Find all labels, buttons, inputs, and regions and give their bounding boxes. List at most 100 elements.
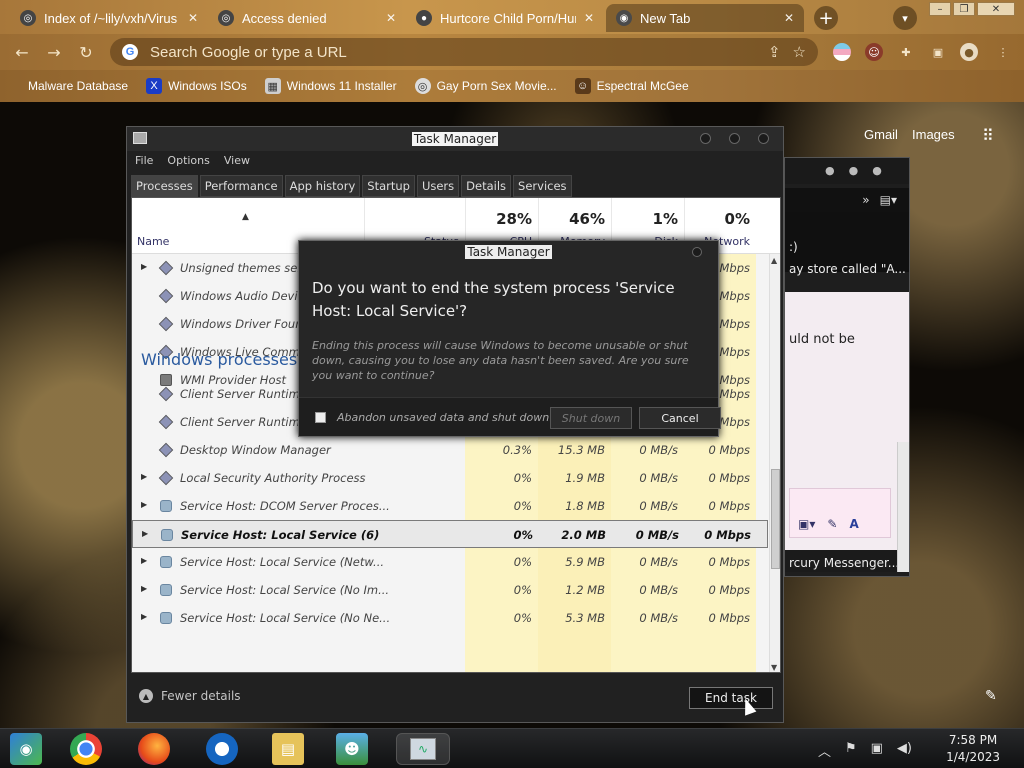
- pen-icon[interactable]: ✎: [827, 517, 837, 531]
- clock[interactable]: 7:58 PM 1/4/2023: [946, 732, 1000, 766]
- firefox-taskbar-icon[interactable]: [138, 733, 170, 765]
- flag-icon[interactable]: ⚑: [845, 741, 857, 760]
- start-button-icon[interactable]: ◉: [10, 733, 42, 765]
- bookmark-malware-database[interactable]: Malware Database: [14, 78, 128, 94]
- tab-performance[interactable]: Performance: [199, 175, 283, 197]
- expand-arrow-icon[interactable]: ▶: [141, 262, 147, 271]
- menu-view[interactable]: View: [224, 154, 250, 167]
- tab-search-button[interactable]: ▾: [893, 6, 917, 30]
- browser-tab-1[interactable]: ◎ Index of /~lily/vxh/Virus ✕: [10, 4, 208, 32]
- table-row[interactable]: ▶ Service Host: Local Service (Netw... 0% 5…: [132, 548, 768, 576]
- task-manager-tabs: Processes Performance App history Startu…: [131, 175, 572, 197]
- bookmark-windows-isos[interactable]: X Windows ISOs: [146, 78, 247, 94]
- tab-services[interactable]: Services: [513, 175, 572, 197]
- close-tab-icon[interactable]: ✕: [584, 11, 594, 25]
- message-editor[interactable]: ▣▾ ✎ A: [789, 488, 891, 538]
- browser-tab-2[interactable]: ◎ Access denied ✕: [208, 4, 406, 32]
- table-row[interactable]: ▶ Service Host: DCOM Server Proces... 0% 1.…: [132, 492, 768, 520]
- tab-users[interactable]: Users: [416, 175, 460, 197]
- google-apps-icon[interactable]: ⠿: [982, 126, 994, 145]
- menu-file[interactable]: File: [135, 154, 153, 167]
- table-row[interactable]: ▶ Service Host: Local Service (No Im... 0%…: [132, 576, 768, 604]
- bookmark-windows-11-installer[interactable]: ▦ Windows 11 Installer: [264, 78, 397, 94]
- chrome-taskbar-icon[interactable]: [70, 733, 102, 765]
- extensions-puzzle-icon[interactable]: ✚: [897, 43, 915, 61]
- bookmark-gay-porn-sex-movie[interactable]: ◎ Gay Porn Sex Movie...: [414, 78, 557, 94]
- expand-arrow-icon[interactable]: ▶: [141, 556, 147, 565]
- tab-app-history[interactable]: App history: [284, 175, 361, 197]
- gmail-link[interactable]: Gmail: [864, 127, 898, 142]
- abandon-data-label[interactable]: Abandon unsaved data and shut down.: [337, 411, 553, 424]
- reload-icon[interactable]: ↻: [76, 42, 96, 62]
- menu-kebab-icon[interactable]: ⋮: [994, 43, 1012, 61]
- abandon-data-checkbox[interactable]: [315, 412, 326, 423]
- messenger-scrollbar[interactable]: [897, 442, 909, 572]
- expand-arrow-icon[interactable]: ▶: [141, 612, 147, 621]
- pencil-icon[interactable]: ✎: [985, 688, 997, 704]
- expand-arrow-icon[interactable]: ▶: [141, 584, 147, 593]
- fewer-details-button[interactable]: ▲ Fewer details: [139, 689, 241, 703]
- table-row[interactable]: Desktop Window Manager 0.3% 15.3 MB 0 MB/s 0…: [132, 436, 768, 464]
- back-arrow-icon[interactable]: ←: [12, 42, 32, 62]
- emoticon-icon[interactable]: ▣▾: [798, 517, 815, 531]
- expand-arrow-icon[interactable]: ▶: [141, 472, 147, 481]
- column-name[interactable]: Name: [137, 235, 169, 248]
- table-row[interactable]: ▶ Local Security Authority Process 0% 1.9 M…: [132, 464, 768, 492]
- browser-tab-3[interactable]: ● Hurtcore Child Porn/Hurt ✕: [406, 4, 604, 32]
- cancel-button[interactable]: Cancel: [639, 407, 721, 429]
- expand-arrow-icon[interactable]: ▶: [142, 529, 148, 538]
- tab-processes[interactable]: Processes: [131, 175, 198, 197]
- vertical-scrollbar[interactable]: ▲ ▼: [769, 254, 780, 672]
- side-panel-icon[interactable]: ▣: [929, 43, 947, 61]
- close-window-button[interactable]: ✕: [977, 2, 1015, 16]
- tab-startup[interactable]: Startup: [362, 175, 415, 197]
- task-manager-taskbar-icon[interactable]: ∿: [396, 733, 450, 765]
- tab-details[interactable]: Details: [461, 175, 512, 197]
- bookmark-espectral-mcgee[interactable]: ☺ Espectral McGee: [574, 78, 689, 94]
- profile-icon[interactable]: ●: [960, 43, 978, 61]
- scroll-down-arrow-icon[interactable]: ▼: [771, 663, 777, 672]
- end-task-button[interactable]: End task: [689, 687, 773, 709]
- network-icon[interactable]: ▣: [871, 741, 883, 760]
- volume-icon[interactable]: ◀): [897, 741, 912, 760]
- close-tab-icon[interactable]: ✕: [784, 11, 794, 25]
- avatar-extension-icon[interactable]: ☺: [865, 43, 883, 61]
- table-row[interactable]: ▶ Service Host: Local Service (No Ne... 0%…: [132, 604, 768, 632]
- background-messenger-window[interactable]: ●●● » ▤▾ :) ay store called "A... uld no…: [784, 157, 910, 577]
- font-icon[interactable]: A: [849, 517, 858, 531]
- shut-down-button[interactable]: Shut down: [550, 407, 632, 429]
- close-tab-icon[interactable]: ✕: [386, 11, 396, 25]
- flag-extension-icon[interactable]: [833, 43, 851, 61]
- network-app-taskbar-icon[interactable]: ☻: [336, 733, 368, 765]
- menu-options[interactable]: Options: [167, 154, 209, 167]
- maximize-button[interactable]: [729, 133, 740, 144]
- globe-icon: ◎: [218, 10, 234, 26]
- process-name: Service Host: Local Service (No Ne...: [180, 611, 391, 625]
- forward-arrow-icon[interactable]: →: [44, 42, 64, 62]
- close-button[interactable]: [758, 133, 769, 144]
- omnibox[interactable]: G Search Google or type a URL ⇪ ☆: [110, 38, 818, 66]
- scrollbar-thumb[interactable]: [771, 469, 780, 569]
- bookmark-label: Windows ISOs: [168, 79, 247, 93]
- messenger-chat: :) ay store called "A...: [785, 212, 909, 276]
- browser-tab-4[interactable]: ◉ New Tab ✕: [606, 4, 804, 32]
- dialog-description: Ending this process will cause Windows t…: [312, 339, 689, 382]
- new-tab-button[interactable]: +: [814, 6, 838, 30]
- bookmark-label: Espectral McGee: [596, 79, 689, 93]
- file-explorer-taskbar-icon[interactable]: ▤: [272, 733, 304, 765]
- chevron-right-icon[interactable]: »: [862, 193, 869, 207]
- expand-arrow-icon[interactable]: ▶: [141, 500, 147, 509]
- bookmark-star-icon[interactable]: ☆: [793, 43, 806, 61]
- images-link[interactable]: Images: [912, 127, 955, 142]
- obama-logo-taskbar-icon[interactable]: [206, 733, 238, 765]
- dialog-close-button[interactable]: [692, 247, 702, 257]
- options-icon[interactable]: ▤▾: [880, 193, 897, 207]
- share-icon[interactable]: ⇪: [768, 43, 781, 61]
- restore-button[interactable]: ❐: [953, 2, 975, 16]
- table-row[interactable]: ▶ Service Host: Local Service (6) 0% 2.0 MB…: [132, 520, 768, 548]
- minimize-button[interactable]: [700, 133, 711, 144]
- close-tab-icon[interactable]: ✕: [188, 11, 198, 25]
- scroll-up-arrow-icon[interactable]: ▲: [771, 256, 777, 265]
- minimize-button[interactable]: –: [929, 2, 951, 16]
- chevron-up-icon[interactable]: ︿: [818, 741, 831, 760]
